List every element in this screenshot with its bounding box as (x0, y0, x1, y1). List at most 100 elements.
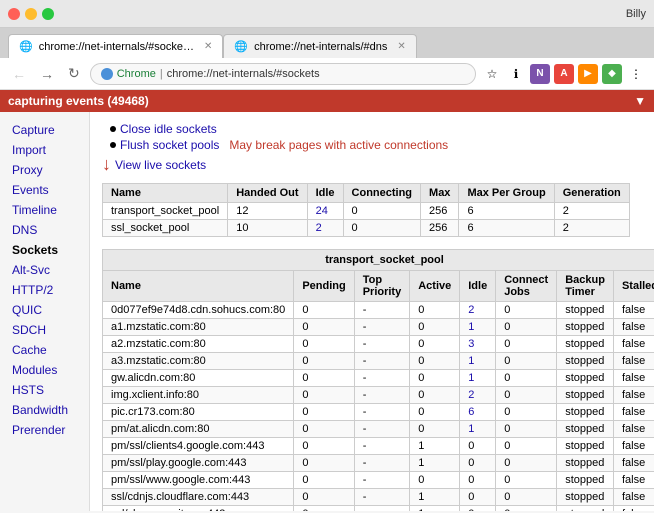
sidebar-item-sdch[interactable]: SDCH (0, 320, 89, 340)
cell-top-priority: - (354, 489, 410, 506)
sub-col-active: Active (410, 271, 460, 302)
flush-pools-link[interactable]: Flush socket pools (120, 138, 219, 152)
sub-col-stalled: Stalled (613, 271, 654, 302)
cell-connect-jobs: 0 (496, 387, 557, 404)
cell-pending: 0 (294, 370, 354, 387)
table-row: a1.mzstatic.com:80 0 - 0 1 0 stopped fal… (103, 319, 654, 336)
close-button[interactable] (8, 8, 20, 20)
onenote-icon[interactable]: N (530, 64, 550, 84)
col-connecting: Connecting (343, 184, 421, 203)
sidebar-item-capture[interactable]: Capture (0, 120, 89, 140)
cell-name: 0d077ef9e74d8.cdn.sohucs.com:80 (103, 302, 294, 319)
ext1-icon[interactable]: ▶ (578, 64, 598, 84)
sidebar-item-cache[interactable]: Cache (0, 340, 89, 360)
reload-button[interactable]: ↻ (64, 63, 84, 84)
cell-pending: 0 (294, 319, 354, 336)
cell-pending: 0 (294, 336, 354, 353)
sub-col-backup-timer: Backup Timer (557, 271, 614, 302)
star-icon[interactable]: ☆ (482, 64, 502, 84)
arrow-icon: ↓ (102, 154, 111, 175)
cell-backup-timer: stopped (557, 506, 614, 512)
cell-top-priority: - (354, 455, 410, 472)
sidebar-item-proxy[interactable]: Proxy (0, 160, 89, 180)
window-controls (8, 8, 54, 20)
adblock-icon[interactable]: A (554, 64, 574, 84)
forward-button[interactable]: → (36, 64, 58, 84)
minimize-button[interactable] (25, 8, 37, 20)
cell-stalled: false (613, 421, 654, 438)
cell-idle[interactable]: 1 (460, 370, 496, 387)
cell-idle[interactable]: 3 (460, 336, 496, 353)
cell-idle: 0 (460, 472, 496, 489)
cell-generation: 2 (554, 203, 629, 220)
sub-col-connect-jobs: Connect Jobs (496, 271, 557, 302)
cell-pending: 0 (294, 455, 354, 472)
sidebar-item-timeline[interactable]: Timeline (0, 200, 89, 220)
cell-connecting: 0 (343, 203, 421, 220)
cell-backup-timer: stopped (557, 472, 614, 489)
bullet-icon-2 (110, 142, 116, 148)
url-bar[interactable]: Chrome | chrome://net-internals/#sockets (90, 63, 476, 85)
cell-idle[interactable]: 2 (460, 387, 496, 404)
tab-label: chrome://net-internals/#socke… (39, 41, 194, 53)
back-button[interactable]: ← (8, 64, 30, 84)
cell-idle[interactable]: 24 (307, 203, 343, 220)
sidebar-item-quic[interactable]: QUIC (0, 300, 89, 320)
cell-idle[interactable]: 2 (460, 302, 496, 319)
cell-top-priority: - (354, 302, 410, 319)
view-live-link[interactable]: View live sockets (115, 158, 206, 172)
status-arrow[interactable]: ▼ (634, 94, 646, 108)
col-idle: Idle (307, 184, 343, 203)
sidebar-item-http2[interactable]: HTTP/2 (0, 280, 89, 300)
cell-top-priority: - (354, 506, 410, 512)
col-generation: Generation (554, 184, 629, 203)
cell-connect-jobs: 0 (496, 438, 557, 455)
tab-dns[interactable]: 🌐 chrome://net-internals/#dns ✕ (223, 34, 416, 58)
tab-sockets[interactable]: 🌐 chrome://net-internals/#socke… ✕ (8, 34, 223, 58)
table-row: pic.cr173.com:80 0 - 0 6 0 stopped false (103, 404, 654, 421)
cell-idle[interactable]: 1 (460, 353, 496, 370)
pool-table: Name Handed Out Idle Connecting Max Max … (102, 183, 630, 237)
cell-idle: 0 (460, 438, 496, 455)
sidebar-item-sockets[interactable]: Sockets (0, 240, 89, 260)
menu-icon[interactable]: ⋮ (626, 64, 646, 84)
sidebar-item-modules[interactable]: Modules (0, 360, 89, 380)
info-icon[interactable]: ℹ (506, 64, 526, 84)
table-row: ssl_socket_pool 10 2 0 256 6 2 (103, 220, 630, 237)
sidebar-item-dns[interactable]: DNS (0, 220, 89, 240)
action-flush-pools: Flush socket pools May break pages with … (102, 138, 642, 152)
cell-idle[interactable]: 1 (460, 319, 496, 336)
tab-close-icon[interactable]: ✕ (204, 41, 212, 52)
cell-backup-timer: stopped (557, 336, 614, 353)
sidebar-item-bandwidth[interactable]: Bandwidth (0, 400, 89, 420)
sidebar-item-hsts[interactable]: HSTS (0, 380, 89, 400)
bullet-icon (110, 126, 116, 132)
cell-backup-timer: stopped (557, 370, 614, 387)
ext2-icon[interactable]: ◆ (602, 64, 622, 84)
sidebar-item-prerender[interactable]: Prerender (0, 420, 89, 440)
cell-name: a2.mzstatic.com:80 (103, 336, 294, 353)
cell-pending: 0 (294, 506, 354, 512)
cell-idle[interactable]: 2 (307, 220, 343, 237)
cell-backup-timer: stopped (557, 387, 614, 404)
tab-dns-close-icon[interactable]: ✕ (397, 41, 405, 52)
address-bar: ← → ↻ Chrome | chrome://net-internals/#s… (0, 58, 654, 90)
sidebar-item-events[interactable]: Events (0, 180, 89, 200)
cell-active: 0 (410, 302, 460, 319)
cell-pending: 0 (294, 472, 354, 489)
sidebar-item-import[interactable]: Import (0, 140, 89, 160)
cell-idle[interactable]: 6 (460, 404, 496, 421)
sidebar-item-altsvc[interactable]: Alt-Svc (0, 260, 89, 280)
cell-top-priority: - (354, 319, 410, 336)
cell-name: a1.mzstatic.com:80 (103, 319, 294, 336)
main-content: Capture Import Proxy Events Timeline DNS… (0, 112, 654, 511)
cell-name: ssl_socket_pool (103, 220, 228, 237)
table-row: pm/ssl/play.google.com:443 0 - 1 0 0 sto… (103, 455, 654, 472)
cell-idle[interactable]: 1 (460, 421, 496, 438)
cell-connect-jobs: 0 (496, 404, 557, 421)
cell-max: 256 (421, 203, 459, 220)
table-row: gw.alicdn.com:80 0 - 0 1 0 stopped false (103, 370, 654, 387)
maximize-button[interactable] (42, 8, 54, 20)
close-idle-link[interactable]: Close idle sockets (120, 122, 217, 136)
cell-top-priority: - (354, 336, 410, 353)
